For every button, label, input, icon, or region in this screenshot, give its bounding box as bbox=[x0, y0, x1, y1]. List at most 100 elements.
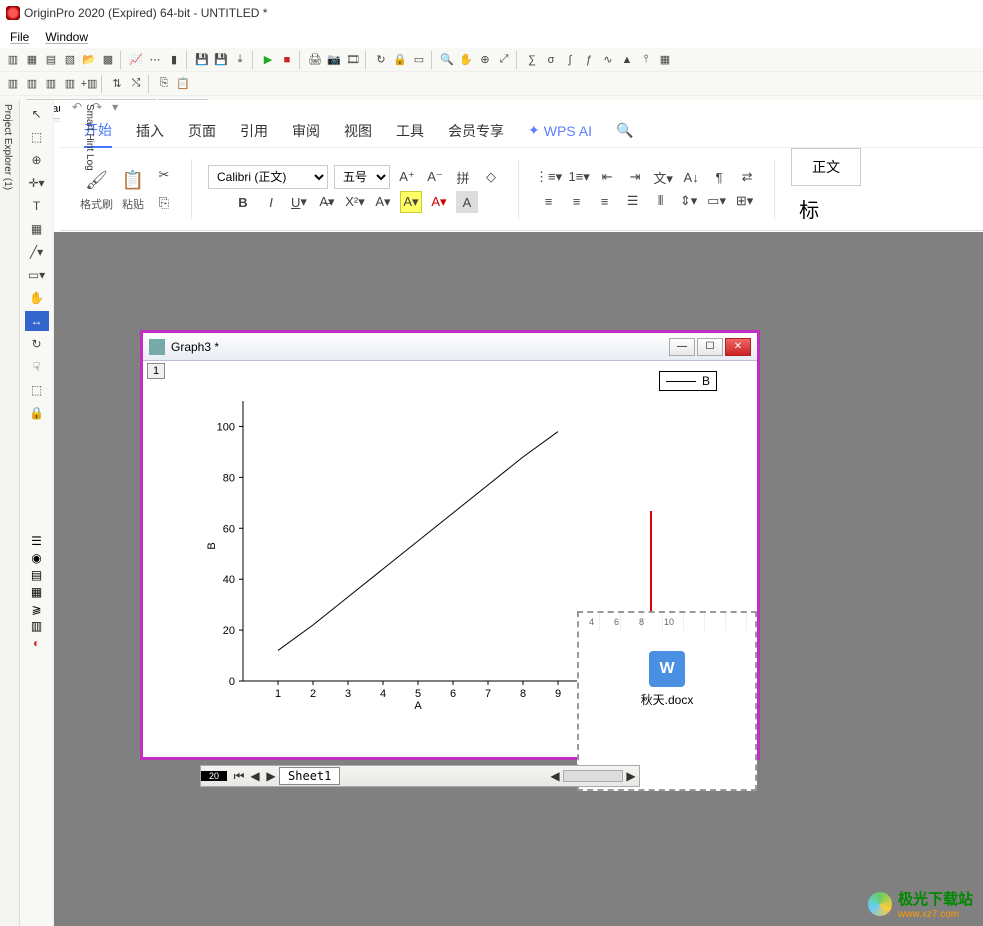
save-icon[interactable]: 💾 bbox=[193, 51, 211, 69]
peak-icon[interactable]: ▲ bbox=[618, 51, 636, 69]
style-normal[interactable]: 正文 bbox=[791, 148, 861, 186]
clear-format-icon[interactable]: ◇ bbox=[480, 166, 502, 188]
scale-icon[interactable]: ⤢ bbox=[495, 51, 513, 69]
super-sub-icon[interactable]: X²▾ bbox=[344, 191, 366, 213]
new-folder-icon[interactable]: ▦ bbox=[23, 51, 41, 69]
menu-file[interactable]: File bbox=[10, 30, 29, 44]
graph-tool-7-icon[interactable]: ◐ bbox=[33, 636, 40, 650]
save-as-icon[interactable]: 💾 bbox=[212, 51, 230, 69]
distribute-icon[interactable]: ⫴ bbox=[650, 190, 672, 212]
copy-icon[interactable]: ⎘ bbox=[153, 192, 175, 214]
rotate-icon[interactable]: ↻ bbox=[25, 334, 49, 354]
graph-tool-1-icon[interactable]: ☰ bbox=[31, 534, 42, 548]
graph-tool-5-icon[interactable]: ⫺ bbox=[31, 602, 41, 616]
text-effect-icon[interactable]: A▾ bbox=[372, 191, 394, 213]
reader-icon[interactable]: ⊕ bbox=[25, 150, 49, 170]
minimize-button[interactable]: — bbox=[669, 338, 695, 356]
italic-icon[interactable]: I bbox=[260, 191, 282, 213]
highlight-icon[interactable]: A▾ bbox=[400, 191, 422, 213]
tab-page[interactable]: 页面 bbox=[188, 115, 216, 147]
copy-icon[interactable]: ⎘ bbox=[155, 75, 173, 93]
wps-font-size[interactable]: 五号 bbox=[334, 165, 390, 189]
align-center-icon[interactable]: ≡ bbox=[566, 190, 588, 212]
sheet-next-icon[interactable]: ▶ bbox=[263, 769, 279, 783]
layer-badge[interactable]: 1 bbox=[147, 363, 165, 379]
add-col-icon[interactable]: +▥ bbox=[80, 75, 98, 93]
lock-icon[interactable]: 🔒 bbox=[391, 51, 409, 69]
sheet-first-icon[interactable]: ⏮ bbox=[231, 769, 247, 784]
outdent-icon[interactable]: ⇤ bbox=[596, 166, 618, 188]
indent-icon[interactable]: ⇥ bbox=[624, 166, 646, 188]
grow-font-icon[interactable]: A⁺ bbox=[396, 166, 418, 188]
graph-tool-4-icon[interactable]: ▦ bbox=[31, 585, 42, 599]
analysis-icon[interactable]: ∑ bbox=[523, 51, 541, 69]
maximize-button[interactable]: ☐ bbox=[697, 338, 723, 356]
smart-hint-log-tab[interactable]: Smart Hint Log bbox=[84, 104, 95, 190]
image-tool-icon[interactable]: ▦ bbox=[656, 51, 674, 69]
signal-icon[interactable]: ∿ bbox=[599, 51, 617, 69]
paste-icon[interactable]: 📋 bbox=[119, 166, 147, 194]
run-icon[interactable]: ▶ bbox=[259, 51, 277, 69]
plot-bar-icon[interactable]: ▮ bbox=[165, 51, 183, 69]
bold-icon[interactable]: B bbox=[232, 191, 254, 213]
align-left-icon[interactable]: ≡ bbox=[538, 190, 560, 212]
strike-icon[interactable]: A̶▾ bbox=[316, 191, 338, 213]
text-tool-icon[interactable]: T bbox=[25, 196, 49, 216]
spectrum-icon[interactable]: ⫯ bbox=[637, 51, 655, 69]
show-marks-icon[interactable]: ¶ bbox=[708, 166, 730, 188]
draw-line-icon[interactable]: ╱▾ bbox=[25, 242, 49, 262]
menu-window[interactable]: Window bbox=[45, 30, 88, 44]
plot-line-icon[interactable]: 📈 bbox=[127, 51, 145, 69]
legend[interactable]: B bbox=[659, 371, 717, 391]
region-icon[interactable]: ⬚ bbox=[25, 380, 49, 400]
graph-tool-3-icon[interactable]: ▤ bbox=[31, 568, 42, 582]
math-icon[interactable]: ƒ bbox=[580, 51, 598, 69]
hand-tool-icon[interactable]: ☟ bbox=[25, 357, 49, 377]
plot-scatter-icon[interactable]: ⋯ bbox=[146, 51, 164, 69]
export-icon[interactable]: ⤓ bbox=[231, 51, 249, 69]
bullets-icon[interactable]: ⋮≡▾ bbox=[535, 166, 562, 188]
stop-icon[interactable]: ■ bbox=[278, 51, 296, 69]
new-graph-icon[interactable]: ▧ bbox=[61, 51, 79, 69]
open-icon[interactable]: 📂 bbox=[80, 51, 98, 69]
docx-file-icon[interactable]: W bbox=[649, 651, 685, 687]
char-shading-icon[interactable]: A bbox=[456, 191, 478, 213]
justify-icon[interactable]: ☰ bbox=[622, 190, 644, 212]
tab-reference[interactable]: 引用 bbox=[240, 115, 268, 147]
col-z-icon[interactable]: ▥ bbox=[42, 75, 60, 93]
phonetic-icon[interactable]: 拼 bbox=[452, 166, 474, 188]
docx-filename[interactable]: 秋天.docx bbox=[579, 691, 755, 708]
search-icon[interactable]: 🔍 bbox=[616, 122, 633, 139]
history-dropdown-icon[interactable]: ▾ bbox=[112, 100, 118, 114]
shading-icon[interactable]: ▭▾ bbox=[706, 190, 728, 212]
wps-ai-button[interactable]: ✦ WPS AI bbox=[528, 122, 592, 139]
camera-icon[interactable]: 📷 bbox=[325, 51, 343, 69]
sheet-prev-icon[interactable]: ◀ bbox=[247, 769, 263, 783]
sort-icon[interactable]: ⇅ bbox=[108, 75, 126, 93]
col-err-icon[interactable]: ▥ bbox=[61, 75, 79, 93]
reader-icon[interactable]: ⊕ bbox=[476, 51, 494, 69]
graph-window[interactable]: Graph3 * — ☐ ✕ 1 B 020406080100 12345678… bbox=[140, 330, 760, 760]
fit-icon[interactable]: ∫ bbox=[561, 51, 579, 69]
toggle-icon[interactable]: ⇄ bbox=[736, 166, 758, 188]
template-icon[interactable]: ▩ bbox=[99, 51, 117, 69]
tab-member[interactable]: 会员专享 bbox=[448, 115, 504, 147]
undo-icon[interactable]: ↶ bbox=[72, 100, 82, 114]
borders-icon[interactable]: ⊞▾ bbox=[734, 190, 756, 212]
close-button[interactable]: ✕ bbox=[725, 338, 751, 356]
rescale-icon[interactable]: ↔ bbox=[25, 311, 49, 331]
text-direction-icon[interactable]: 文▾ bbox=[652, 166, 674, 188]
zoom-rect-icon[interactable]: ⬚ bbox=[25, 127, 49, 147]
font-color-icon[interactable]: A▾ bbox=[428, 191, 450, 213]
wps-font-family[interactable]: Calibri (正文) bbox=[208, 165, 328, 189]
sheet-scroll-right-icon[interactable]: ▶ bbox=[623, 769, 639, 783]
style-heading[interactable]: 标 bbox=[791, 186, 861, 231]
graph-tool-2-icon[interactable]: ◉ bbox=[31, 551, 41, 565]
tab-view[interactable]: 视图 bbox=[344, 115, 372, 147]
paste-icon[interactable]: 📋 bbox=[174, 75, 192, 93]
shrink-font-icon[interactable]: A⁻ bbox=[424, 166, 446, 188]
col-x-icon[interactable]: ▥ bbox=[4, 75, 22, 93]
mask-icon[interactable]: ▦ bbox=[25, 219, 49, 239]
tab-tools[interactable]: 工具 bbox=[396, 115, 424, 147]
sheet-scrollbar[interactable] bbox=[563, 770, 623, 782]
